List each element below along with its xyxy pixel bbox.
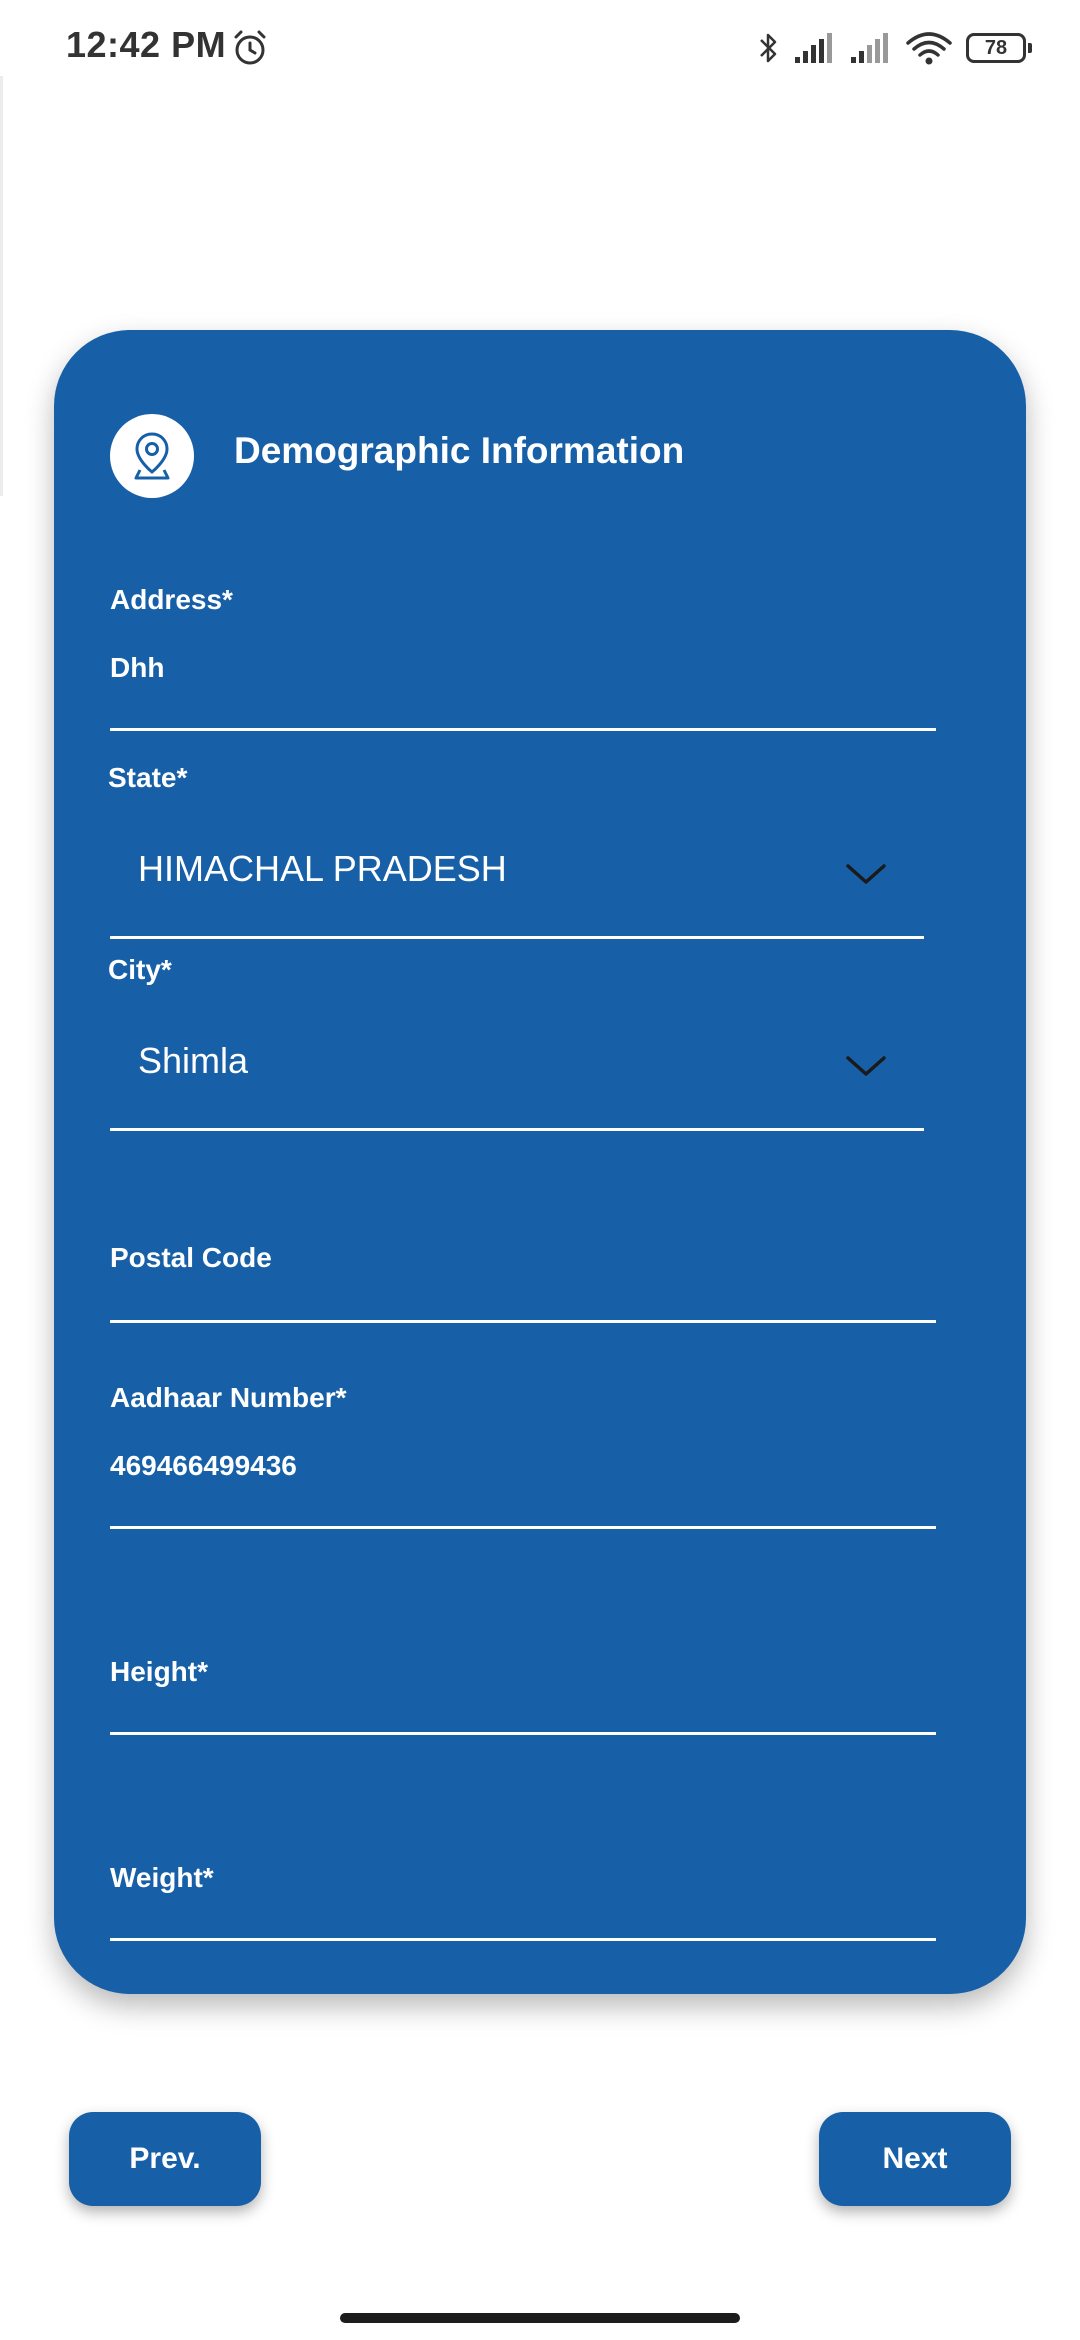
battery-icon: 78 <box>966 33 1032 63</box>
weight-input[interactable]: Weight* <box>110 1862 214 1894</box>
status-icons: 78 <box>756 28 1032 68</box>
next-button[interactable]: Next <box>819 2112 1011 2206</box>
postal-code-underline <box>110 1320 936 1323</box>
city-underline <box>110 1128 924 1131</box>
card-title: Demographic Information <box>234 430 685 471</box>
chevron-down-icon[interactable] <box>844 860 888 888</box>
demographic-card: Demographic Information Address* Dhh Sta… <box>54 330 1026 1994</box>
location-pin-icon <box>110 414 194 498</box>
state-label: State* <box>108 762 188 793</box>
address-underline <box>110 728 936 731</box>
bluetooth-icon <box>760 33 777 63</box>
aadhaar-input[interactable]: 469466499436 <box>110 1450 297 1482</box>
wifi-icon <box>906 32 952 65</box>
home-indicator[interactable] <box>340 2313 740 2323</box>
state-underline <box>110 936 924 939</box>
aadhaar-underline <box>110 1526 936 1529</box>
background-screen-edge <box>0 76 3 496</box>
signal-icon <box>795 33 832 63</box>
battery-level: 78 <box>984 36 1008 59</box>
city-select[interactable]: Shimla <box>138 1040 248 1082</box>
address-label: Address* <box>110 584 233 615</box>
status-bar: 12:42 PM 78 <box>0 0 1080 96</box>
prev-button[interactable]: Prev. <box>69 2112 261 2206</box>
city-label: City* <box>108 954 172 985</box>
chevron-down-icon[interactable] <box>844 1052 888 1080</box>
alarm-icon <box>234 30 266 65</box>
weight-underline <box>110 1938 936 1941</box>
aadhaar-label: Aadhaar Number* <box>110 1382 347 1413</box>
state-select[interactable]: HIMACHAL PRADESH <box>138 848 507 890</box>
postal-code-input[interactable]: Postal Code <box>110 1242 272 1274</box>
signal-icon <box>851 33 888 63</box>
status-time: 12:42 PM <box>66 24 227 65</box>
address-input[interactable]: Dhh <box>110 652 164 684</box>
height-input[interactable]: Height* <box>110 1656 208 1688</box>
height-underline <box>110 1732 936 1735</box>
